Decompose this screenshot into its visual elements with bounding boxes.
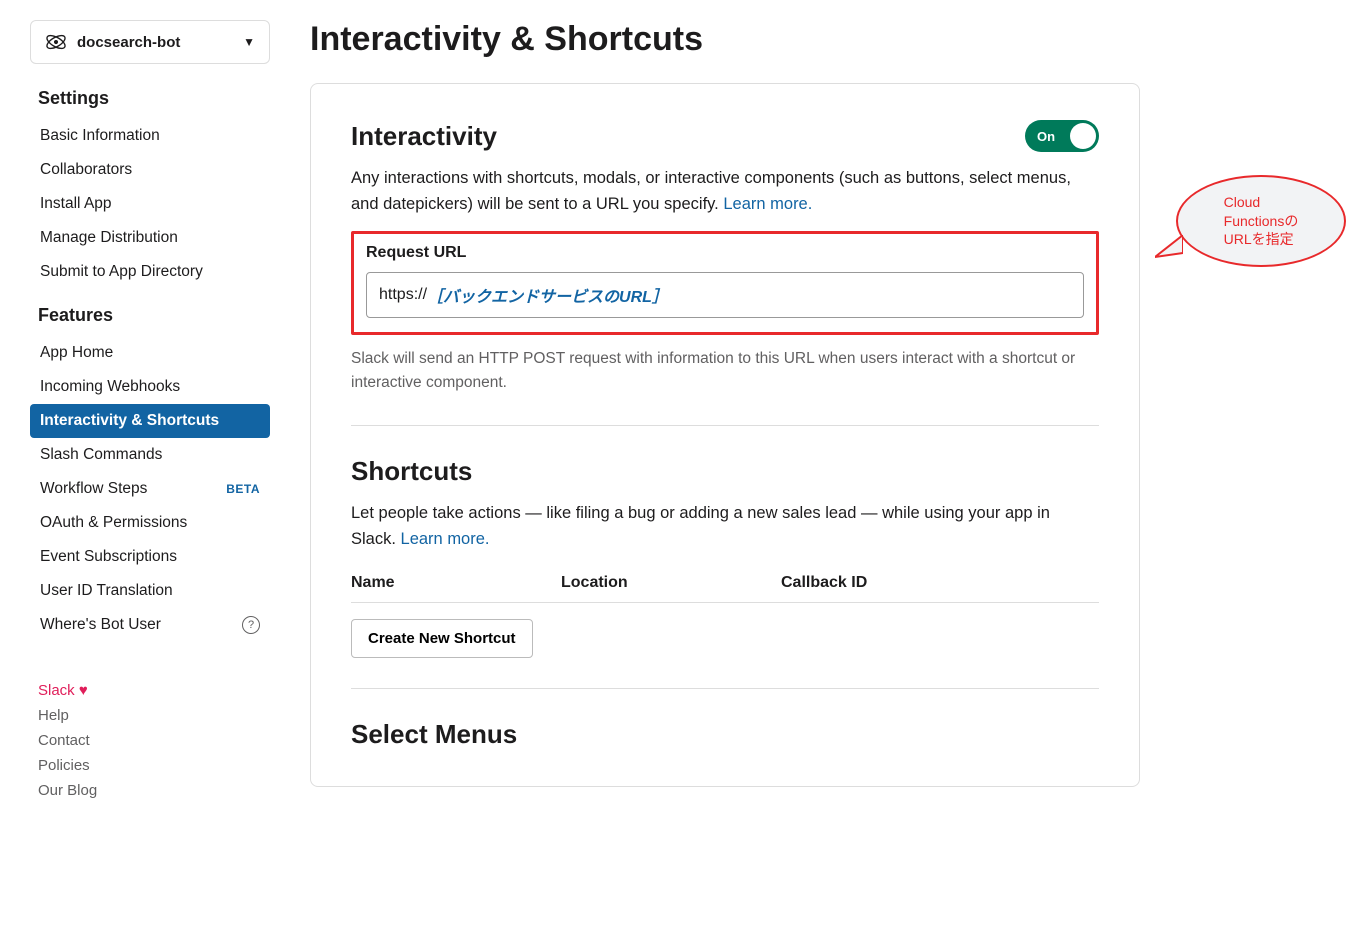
- request-url-highlight-box: Request URL https://［バックエンドサービスのURL］: [351, 231, 1099, 335]
- nav-manage-distribution[interactable]: Manage Distribution: [30, 221, 270, 255]
- footer-blog[interactable]: Our Blog: [38, 778, 270, 803]
- nav-slash-commands[interactable]: Slash Commands: [30, 438, 270, 472]
- footer-policies[interactable]: Policies: [38, 753, 270, 778]
- col-location: Location: [561, 574, 781, 592]
- url-placeholder: ［バックエンドサービスのURL］: [427, 283, 668, 307]
- shortcuts-learn-more[interactable]: Learn more.: [401, 530, 490, 548]
- callout-tail-icon: [1155, 235, 1183, 259]
- nav-interactivity-shortcuts[interactable]: Interactivity & Shortcuts: [30, 404, 270, 438]
- shortcuts-table-header: Name Location Callback ID: [351, 574, 1099, 603]
- request-url-input[interactable]: https://［バックエンドサービスのURL］: [366, 272, 1084, 318]
- nav-event-subscriptions[interactable]: Event Subscriptions: [30, 540, 270, 574]
- nav-user-id-translation[interactable]: User ID Translation: [30, 574, 270, 608]
- app-name: docsearch-bot: [77, 34, 233, 51]
- app-selector[interactable]: docsearch-bot ▼: [30, 20, 270, 64]
- footer-contact[interactable]: Contact: [38, 728, 270, 753]
- nav-basic-information[interactable]: Basic Information: [30, 119, 270, 153]
- toggle-knob: [1070, 123, 1096, 149]
- divider: [351, 425, 1099, 426]
- nav-install-app[interactable]: Install App: [30, 187, 270, 221]
- request-url-label: Request URL: [366, 244, 1084, 262]
- callout-line3: URLを指定: [1224, 231, 1294, 247]
- main-content: Interactivity & Shortcuts Interactivity …: [290, 20, 1336, 803]
- footer-links: Slack ♥ Help Contact Policies Our Blog: [30, 678, 270, 803]
- footer-slack[interactable]: Slack ♥: [38, 678, 270, 703]
- nav-workflow-steps[interactable]: Workflow Steps BETA: [30, 472, 270, 506]
- nav-app-home[interactable]: App Home: [30, 336, 270, 370]
- nav-wheres-bot-user-label: Where's Bot User: [40, 616, 161, 634]
- interactivity-learn-more[interactable]: Learn more.: [723, 195, 812, 213]
- interactivity-header: Interactivity On: [351, 120, 1099, 152]
- interactivity-toggle[interactable]: On: [1025, 120, 1099, 152]
- interactivity-description: Any interactions with shortcuts, modals,…: [351, 166, 1099, 217]
- callout-bubble: Cloud Functionsの URLを指定: [1176, 175, 1346, 267]
- annotation-callout: Cloud Functionsの URLを指定: [1176, 175, 1346, 267]
- shortcuts-description: Let people take actions — like filing a …: [351, 501, 1099, 552]
- nav-wheres-bot-user[interactable]: Where's Bot User ?: [30, 608, 270, 642]
- footer-brand-label: Slack: [38, 682, 75, 699]
- interactivity-desc-text: Any interactions with shortcuts, modals,…: [351, 169, 1071, 213]
- settings-heading: Settings: [38, 88, 270, 109]
- help-icon[interactable]: ?: [242, 616, 260, 634]
- col-callback: Callback ID: [781, 574, 1099, 592]
- features-heading: Features: [38, 305, 270, 326]
- footer-help[interactable]: Help: [38, 703, 270, 728]
- callout-line2: Functionsの: [1224, 213, 1299, 229]
- page-title: Interactivity & Shortcuts: [310, 20, 1336, 59]
- url-prefix: https://: [379, 286, 427, 304]
- col-name: Name: [351, 574, 561, 592]
- content-card: Interactivity On Any interactions with s…: [310, 83, 1140, 787]
- toggle-label: On: [1037, 129, 1055, 144]
- nav-collaborators[interactable]: Collaborators: [30, 153, 270, 187]
- create-shortcut-button[interactable]: Create New Shortcut: [351, 619, 533, 658]
- nav-incoming-webhooks[interactable]: Incoming Webhooks: [30, 370, 270, 404]
- nav-workflow-steps-label: Workflow Steps: [40, 480, 147, 498]
- app-icon: [45, 31, 67, 53]
- sidebar: docsearch-bot ▼ Settings Basic Informati…: [30, 20, 290, 803]
- shortcuts-title: Shortcuts: [351, 456, 1099, 487]
- request-url-help: Slack will send an HTTP POST request wit…: [351, 347, 1099, 395]
- callout-line1: Cloud: [1224, 194, 1261, 210]
- callout-text: Cloud Functionsの URLを指定: [1224, 193, 1299, 250]
- caret-down-icon: ▼: [243, 35, 255, 49]
- divider-2: [351, 688, 1099, 689]
- nav-submit-app-directory[interactable]: Submit to App Directory: [30, 255, 270, 289]
- select-menus-title: Select Menus: [351, 719, 1099, 750]
- nav-oauth-permissions[interactable]: OAuth & Permissions: [30, 506, 270, 540]
- interactivity-title: Interactivity: [351, 121, 497, 152]
- beta-badge: BETA: [226, 482, 260, 496]
- heart-icon: ♥: [79, 682, 88, 699]
